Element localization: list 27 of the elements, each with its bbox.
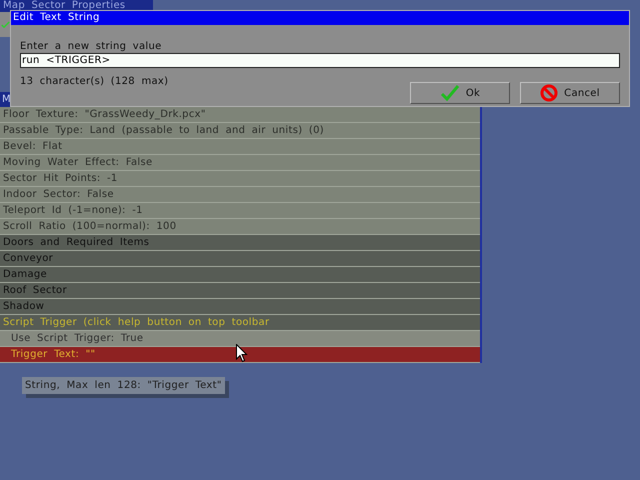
property-row[interactable]: Doors and Required Items: [0, 235, 480, 251]
property-row[interactable]: Conveyor: [0, 251, 480, 267]
property-row[interactable]: Use Script Trigger: True: [0, 331, 480, 347]
property-row[interactable]: Scroll Ratio (100=normal): 100: [0, 219, 480, 235]
character-count: 13 character(s) (128 max): [20, 76, 168, 88]
check-icon: [440, 84, 460, 102]
prompt-label: Enter a new string value: [20, 41, 163, 53]
property-row[interactable]: Shadow: [0, 299, 480, 315]
property-row[interactable]: Damage: [0, 267, 480, 283]
property-row[interactable]: Indoor Sector: False: [0, 187, 480, 203]
property-row[interactable]: Sector Hit Points: -1: [0, 171, 480, 187]
prohibited-icon: [540, 84, 558, 102]
tooltip: String, Max len 128: "Trigger Text": [22, 377, 225, 394]
property-row[interactable]: Teleport Id (-1=none): -1: [0, 203, 480, 219]
property-row[interactable]: Roof Sector: [0, 283, 480, 299]
property-row[interactable]: Passable Type: Land (passable to land and air units) (0): [0, 123, 480, 139]
mouse-cursor-icon: [236, 344, 248, 363]
ok-button[interactable]: Ok: [410, 82, 510, 104]
property-row[interactable]: Trigger Text: "": [0, 347, 480, 363]
property-row[interactable]: Bevel: Flat: [0, 139, 480, 155]
input-field[interactable]: run <TRIGGER>: [20, 53, 620, 68]
check-icon[interactable]: [1, 20, 10, 30]
property-row[interactable]: Script Trigger (click help button on top toolbar: [0, 315, 480, 331]
dialog-title: Edit Text String: [11, 11, 629, 25]
property-row[interactable]: Moving Water Effect: False: [0, 155, 480, 171]
property-row[interactable]: Floor Texture: "GrassWeedy_Drk.pcx": [0, 107, 480, 123]
cancel-button[interactable]: Cancel: [520, 82, 620, 104]
